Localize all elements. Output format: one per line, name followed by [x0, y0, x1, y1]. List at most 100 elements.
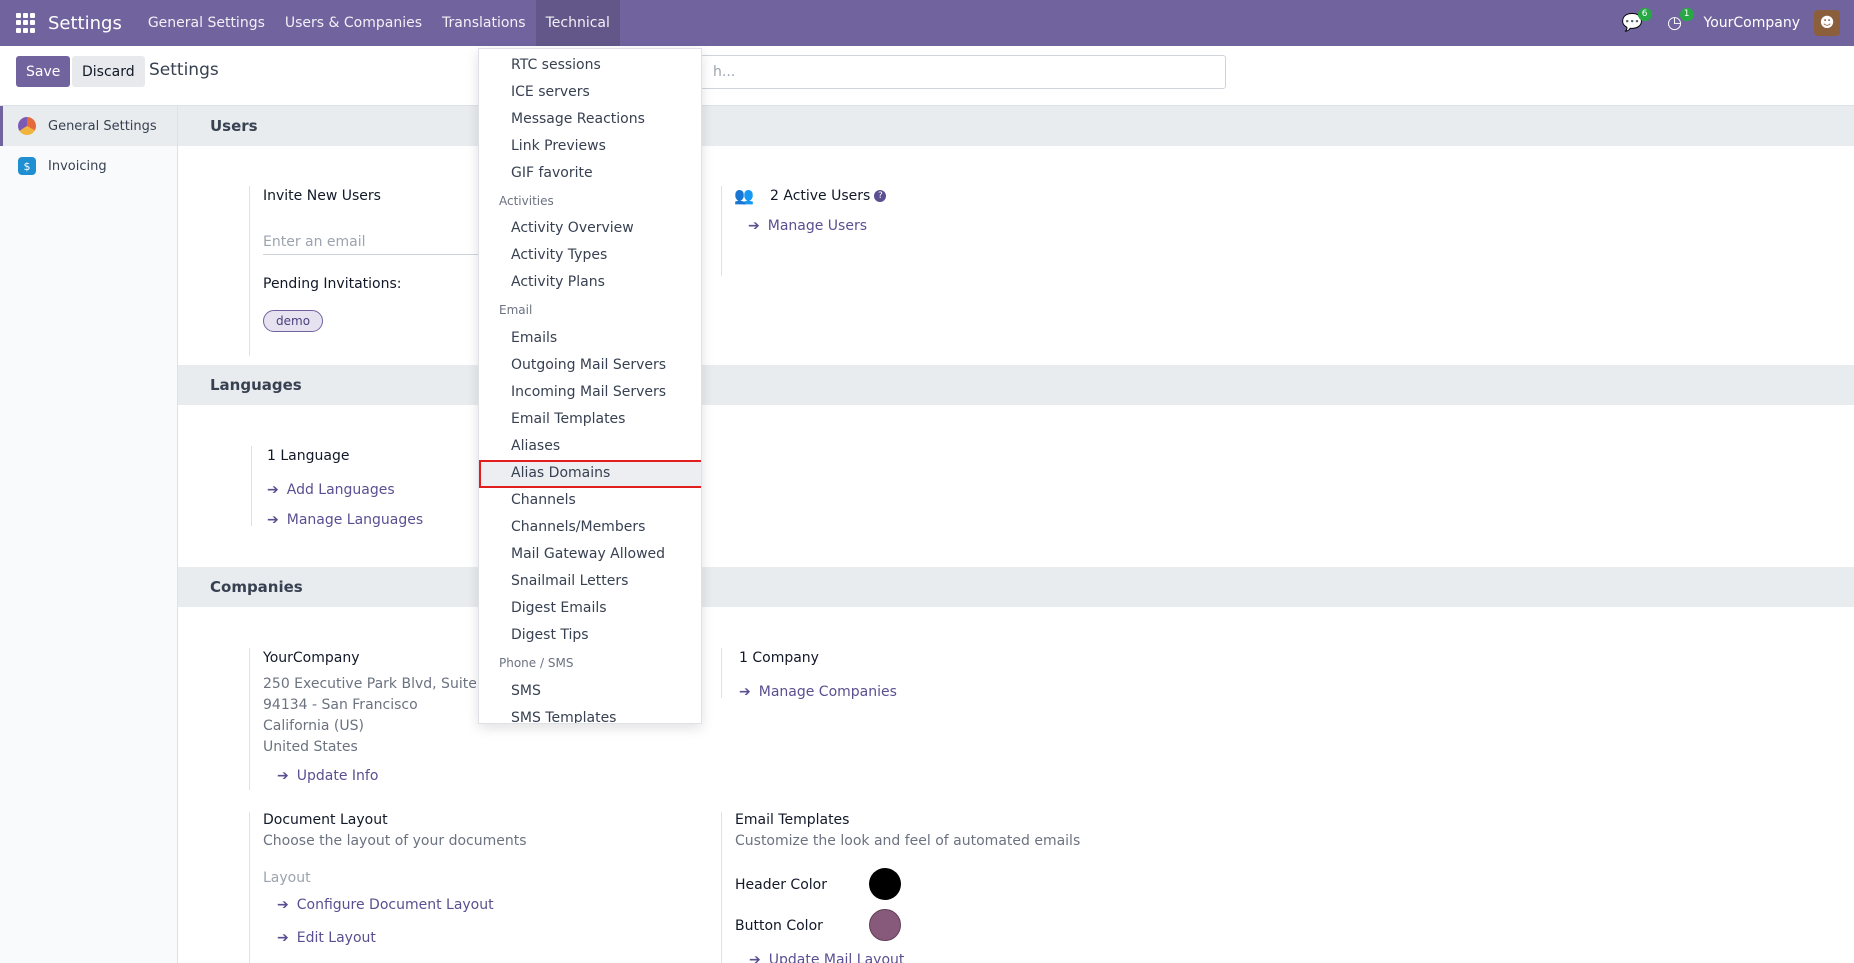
pending-invitation-tag[interactable]: demo — [263, 310, 324, 332]
edit-layout-label: Edit Layout — [296, 930, 376, 946]
section-header-users: Users — [178, 106, 1854, 146]
arrow-right-icon: ➔ — [277, 897, 289, 913]
messages-badge: 6 — [1637, 8, 1652, 21]
company-name: YourCompany — [263, 650, 360, 666]
dropdown-item-alias-domains[interactable]: Alias Domains — [511, 465, 610, 481]
manage-users-link[interactable]: ➔ Manage Users — [748, 218, 867, 234]
company-count: 1 Company — [739, 650, 819, 666]
dropdown-item-emails[interactable]: Emails — [511, 330, 557, 346]
company-address-line: 94134 - San Francisco — [263, 697, 418, 713]
invite-email-input[interactable]: Enter an email — [263, 234, 483, 255]
divider — [249, 648, 250, 790]
messages-icon[interactable]: 💬 6 — [1620, 8, 1652, 36]
company-address-line: United States — [263, 739, 358, 755]
dropdown-item-digest-tips[interactable]: Digest Tips — [511, 627, 589, 643]
users-group-icon: 👥 — [734, 186, 754, 205]
arrow-right-icon: ➔ — [748, 218, 760, 234]
update-info-link[interactable]: ➔ Update Info — [277, 768, 378, 784]
language-count: 1 Language — [267, 448, 350, 464]
arrow-right-icon: ➔ — [749, 952, 761, 963]
control-panel: Save Discard Settings h... — [0, 46, 1854, 106]
dropdown-item-snailmail-letters[interactable]: Snailmail Letters — [511, 573, 628, 589]
header-color-picker[interactable] — [869, 868, 901, 900]
general-settings-app-icon — [18, 117, 36, 135]
menu-users-companies[interactable]: Users & Companies — [275, 0, 432, 46]
dropdown-item-email-templates[interactable]: Email Templates — [511, 411, 625, 427]
button-color-picker[interactable] — [869, 909, 901, 941]
dropdown-item-activity-overview[interactable]: Activity Overview — [511, 220, 634, 236]
configure-document-layout-link[interactable]: ➔ Configure Document Layout — [277, 897, 494, 913]
update-mail-layout-link[interactable]: ➔ Update Mail Layout — [749, 952, 904, 963]
technical-dropdown-menu: RTC sessions ICE servers Message Reactions… — [478, 48, 702, 724]
arrow-right-icon: ➔ — [267, 512, 279, 528]
settings-main: Users Invite New Users Enter an email Pe… — [178, 106, 1854, 963]
update-mail-layout-label: Update Mail Layout — [768, 952, 905, 963]
sidebar-item-general-settings[interactable]: General Settings — [0, 106, 177, 146]
document-layout-title: Document Layout — [263, 812, 388, 828]
divider — [721, 648, 722, 698]
header-color-label: Header Color — [735, 877, 827, 893]
sidebar-item-invoicing[interactable]: $ Invoicing — [0, 146, 177, 186]
divider — [721, 812, 722, 963]
active-users-count: 2 Active Users ? — [770, 188, 887, 204]
company-address-line: 250 Executive Park Blvd, Suite 340 — [263, 676, 508, 692]
arrow-right-icon: ➔ — [739, 684, 751, 700]
section-header-companies: Companies — [178, 567, 1854, 607]
update-info-label: Update Info — [296, 768, 379, 784]
dropdown-item-channels-members[interactable]: Channels/Members — [511, 519, 645, 535]
search-input[interactable]: h... — [700, 55, 1226, 89]
button-color-label: Button Color — [735, 918, 823, 934]
activity-clock-icon[interactable]: ◷ 1 — [1662, 8, 1694, 36]
settings-sidebar: General Settings $ Invoicing — [0, 106, 178, 963]
dropdown-item-link-previews[interactable]: Link Previews — [511, 138, 606, 154]
manage-companies-label: Manage Companies — [758, 684, 897, 700]
divider — [249, 186, 250, 356]
apps-menu-icon[interactable] — [16, 13, 36, 33]
discard-button[interactable]: Discard — [72, 56, 145, 87]
manage-languages-label: Manage Languages — [286, 512, 424, 528]
dropdown-item-gif-favorite[interactable]: GIF favorite — [511, 165, 593, 181]
dropdown-item-incoming-mail-servers[interactable]: Incoming Mail Servers — [511, 384, 666, 400]
menu-general-settings[interactable]: General Settings — [138, 0, 275, 46]
pending-invitations-label: Pending Invitations: — [263, 276, 402, 292]
manage-companies-link[interactable]: ➔ Manage Companies — [739, 684, 897, 700]
document-layout-description: Choose the layout of your documents — [263, 833, 527, 849]
dropdown-item-sms-templates[interactable]: SMS Templates — [511, 710, 616, 723]
navbar-systray: 💬 6 ◷ 1 YourCompany ☻ — [1620, 0, 1854, 46]
active-users-label: 2 Active Users — [770, 188, 871, 204]
arrow-right-icon: ➔ — [277, 930, 289, 946]
menu-translations[interactable]: Translations — [432, 0, 536, 46]
dropdown-item-channels[interactable]: Channels — [511, 492, 576, 508]
dropdown-item-ice-servers[interactable]: ICE servers — [511, 84, 590, 100]
dropdown-section-header-activities: Activities — [499, 194, 554, 208]
arrow-right-icon: ➔ — [267, 482, 279, 498]
dropdown-item-aliases[interactable]: Aliases — [511, 438, 560, 454]
dropdown-section-header-phone-sms: Phone / SMS — [499, 656, 574, 670]
invoicing-app-icon: $ — [18, 157, 36, 175]
dropdown-item-rtc-sessions[interactable]: RTC sessions — [511, 57, 601, 73]
divider — [249, 812, 250, 963]
arrow-right-icon: ➔ — [277, 768, 289, 784]
section-header-languages: Languages — [178, 365, 1854, 405]
edit-layout-link[interactable]: ➔ Edit Layout — [277, 930, 376, 946]
dropdown-item-message-reactions[interactable]: Message Reactions — [511, 111, 645, 127]
help-icon[interactable]: ? — [874, 190, 887, 202]
user-avatar[interactable]: ☻ — [1814, 10, 1840, 36]
dropdown-item-sms[interactable]: SMS — [511, 683, 541, 699]
dropdown-item-outgoing-mail-servers[interactable]: Outgoing Mail Servers — [511, 357, 666, 373]
layout-label: Layout — [263, 870, 311, 886]
dropdown-item-mail-gateway-allowed[interactable]: Mail Gateway Allowed — [511, 546, 665, 562]
dropdown-item-activity-types[interactable]: Activity Types — [511, 247, 607, 263]
manage-languages-link[interactable]: ➔ Manage Languages — [267, 512, 423, 528]
dropdown-item-digest-emails[interactable]: Digest Emails — [511, 600, 607, 616]
add-languages-label: Add Languages — [286, 482, 395, 498]
dropdown-item-activity-plans[interactable]: Activity Plans — [511, 274, 605, 290]
add-languages-link[interactable]: ➔ Add Languages — [267, 482, 395, 498]
save-button[interactable]: Save — [16, 56, 71, 87]
page-title: Settings — [149, 60, 219, 80]
menu-technical[interactable]: Technical — [535, 0, 620, 46]
dropdown-section-header-email: Email — [499, 303, 533, 317]
app-brand[interactable]: Settings — [48, 13, 122, 34]
company-switcher[interactable]: YourCompany — [1704, 15, 1801, 31]
divider — [251, 446, 252, 526]
